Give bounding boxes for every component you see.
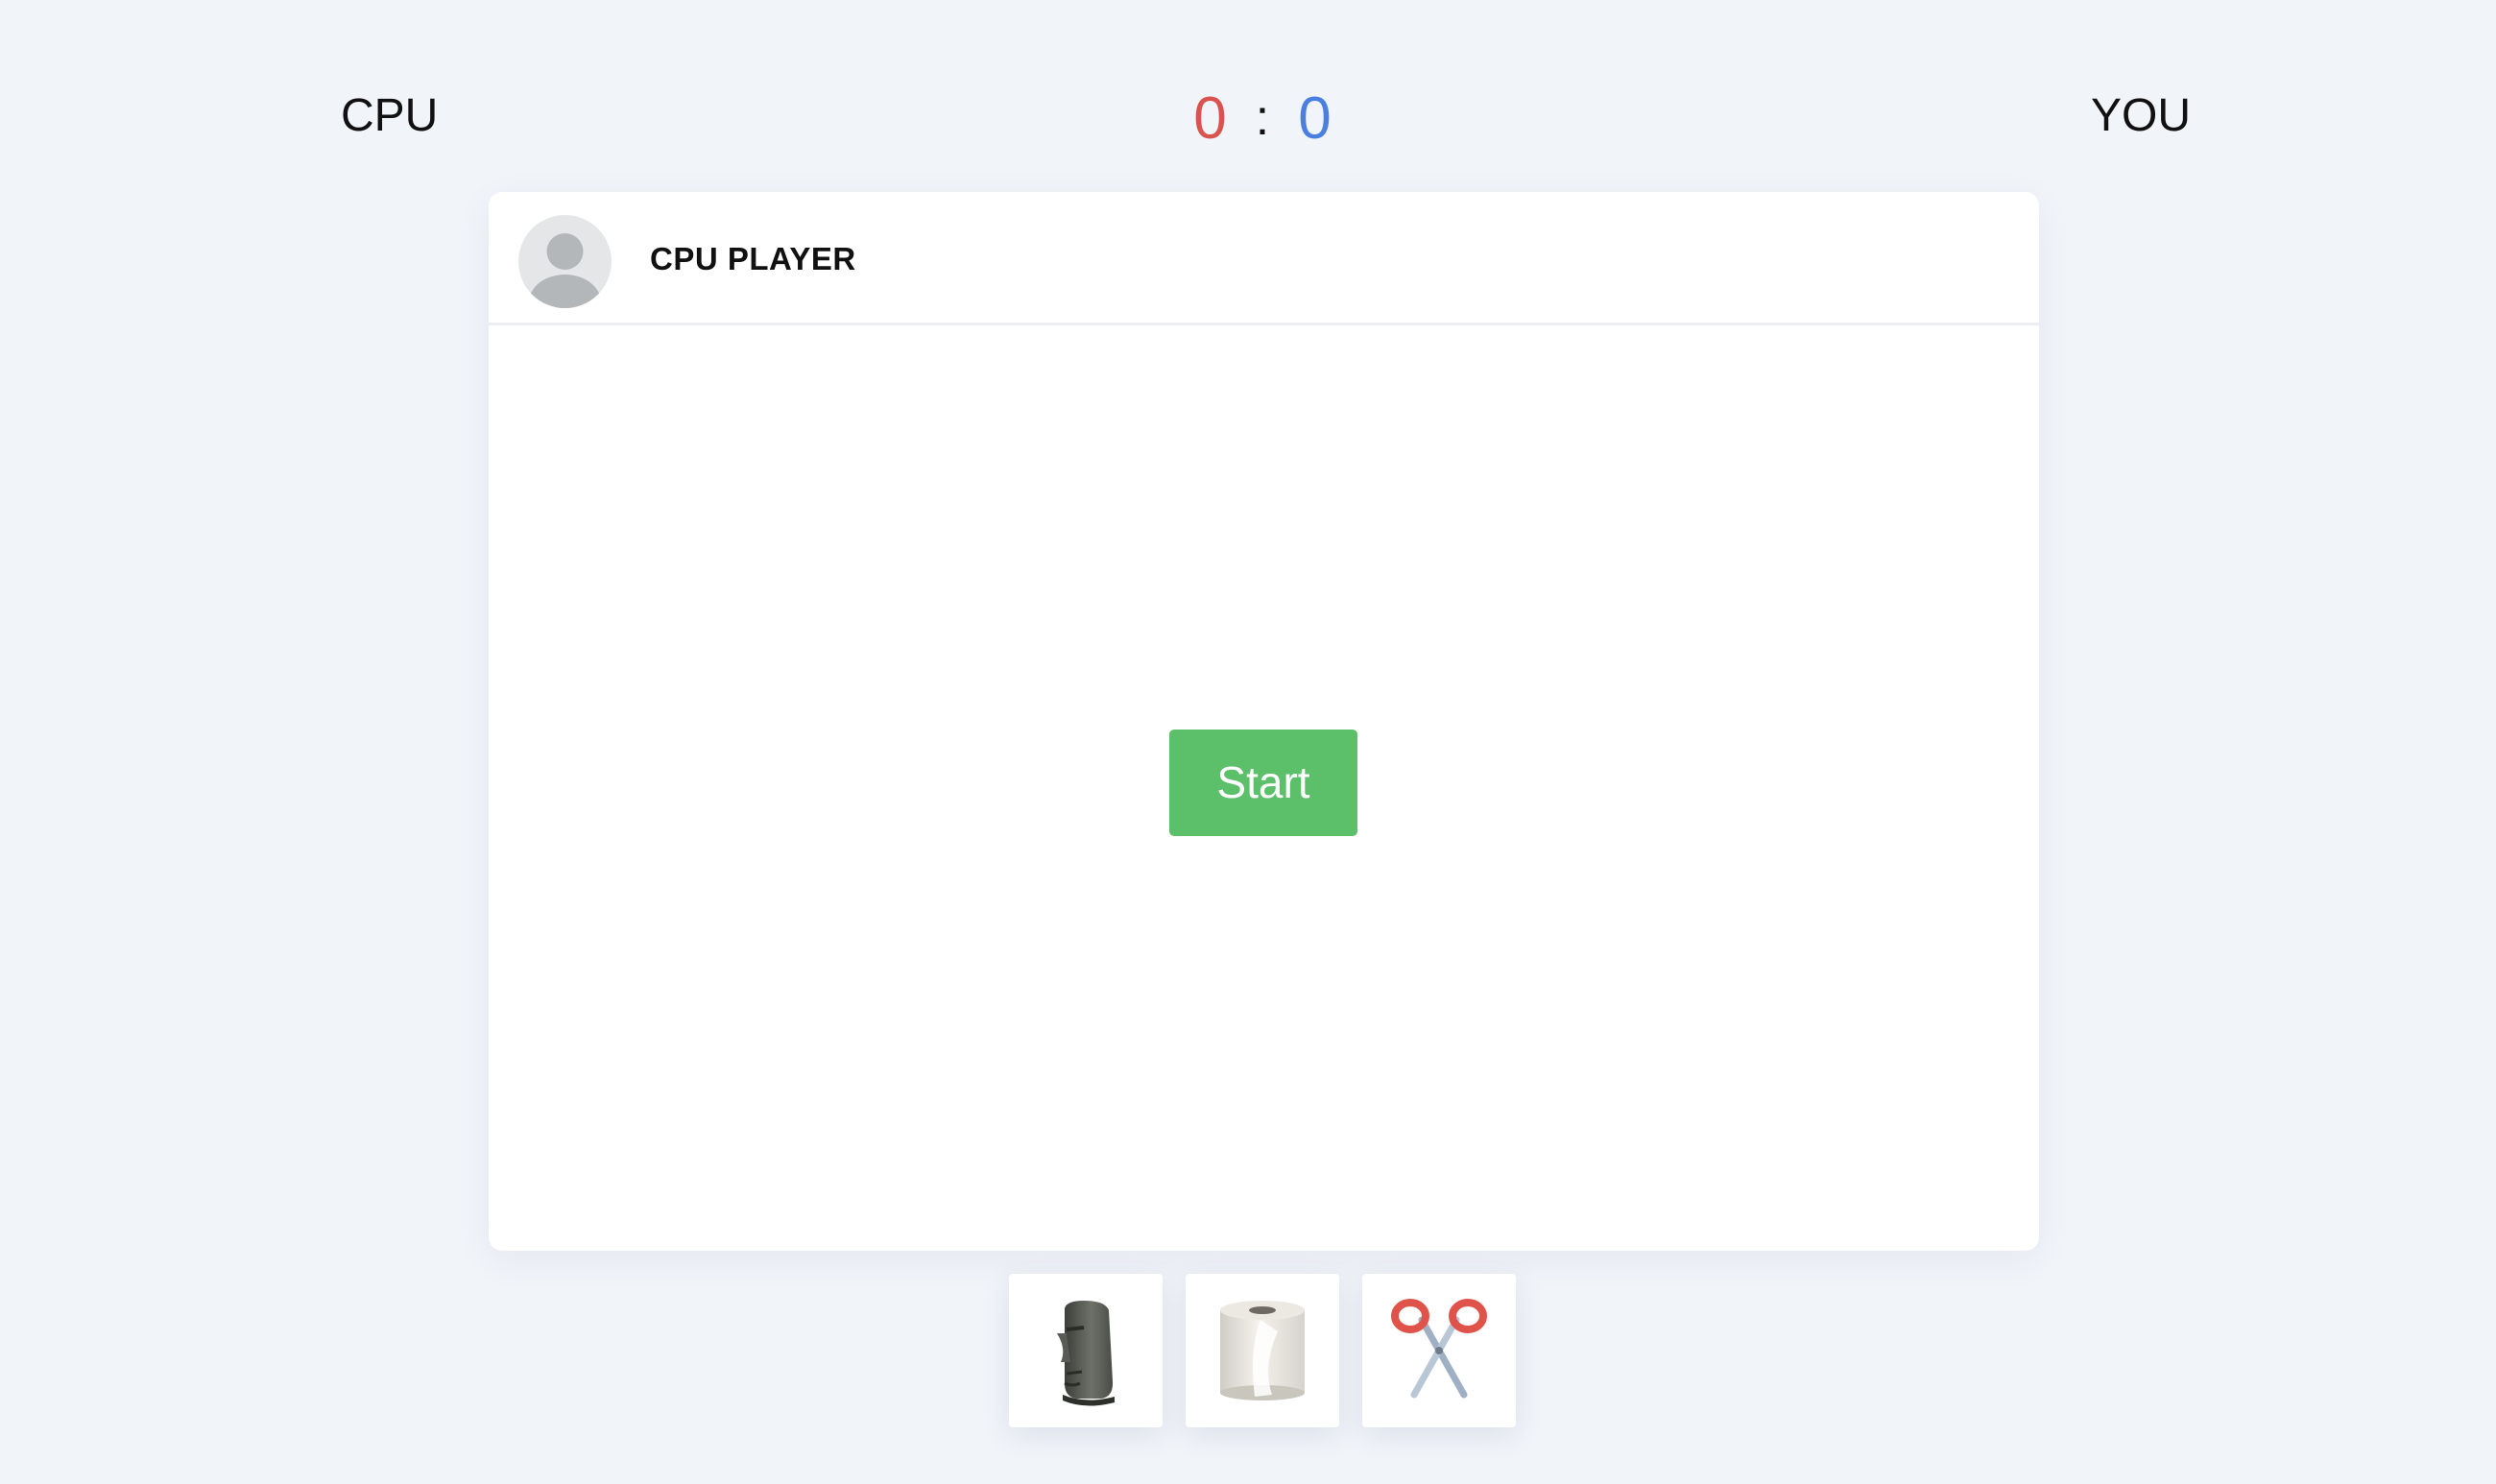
- game-page: CPU 0:0 YOU CPU PLAYER Start: [0, 0, 2496, 1484]
- game-board: CPU PLAYER Start: [489, 192, 2039, 1251]
- rock-choice-button[interactable]: [1009, 1274, 1163, 1427]
- avatar: [518, 215, 612, 308]
- moai-icon: [1057, 1301, 1115, 1406]
- you-label: YOU: [2091, 90, 2192, 141]
- user-silhouette-icon: [528, 233, 602, 308]
- score-separator: :: [1255, 90, 1270, 146]
- scissors-icon: [1391, 1299, 1487, 1399]
- start-button[interactable]: Start: [1169, 730, 1357, 836]
- paper-choice-button[interactable]: [1186, 1274, 1339, 1427]
- scoreboard: 0:0: [1152, 84, 1373, 156]
- toilet-paper-icon: [1220, 1301, 1305, 1400]
- cpu-label: CPU: [341, 90, 439, 141]
- cpu-score: 0: [1193, 85, 1227, 152]
- scissors-choice-button[interactable]: [1362, 1274, 1516, 1427]
- player-name: CPU PLAYER: [650, 241, 856, 276]
- you-score: 0: [1298, 85, 1332, 152]
- board-header: CPU PLAYER: [489, 192, 2039, 325]
